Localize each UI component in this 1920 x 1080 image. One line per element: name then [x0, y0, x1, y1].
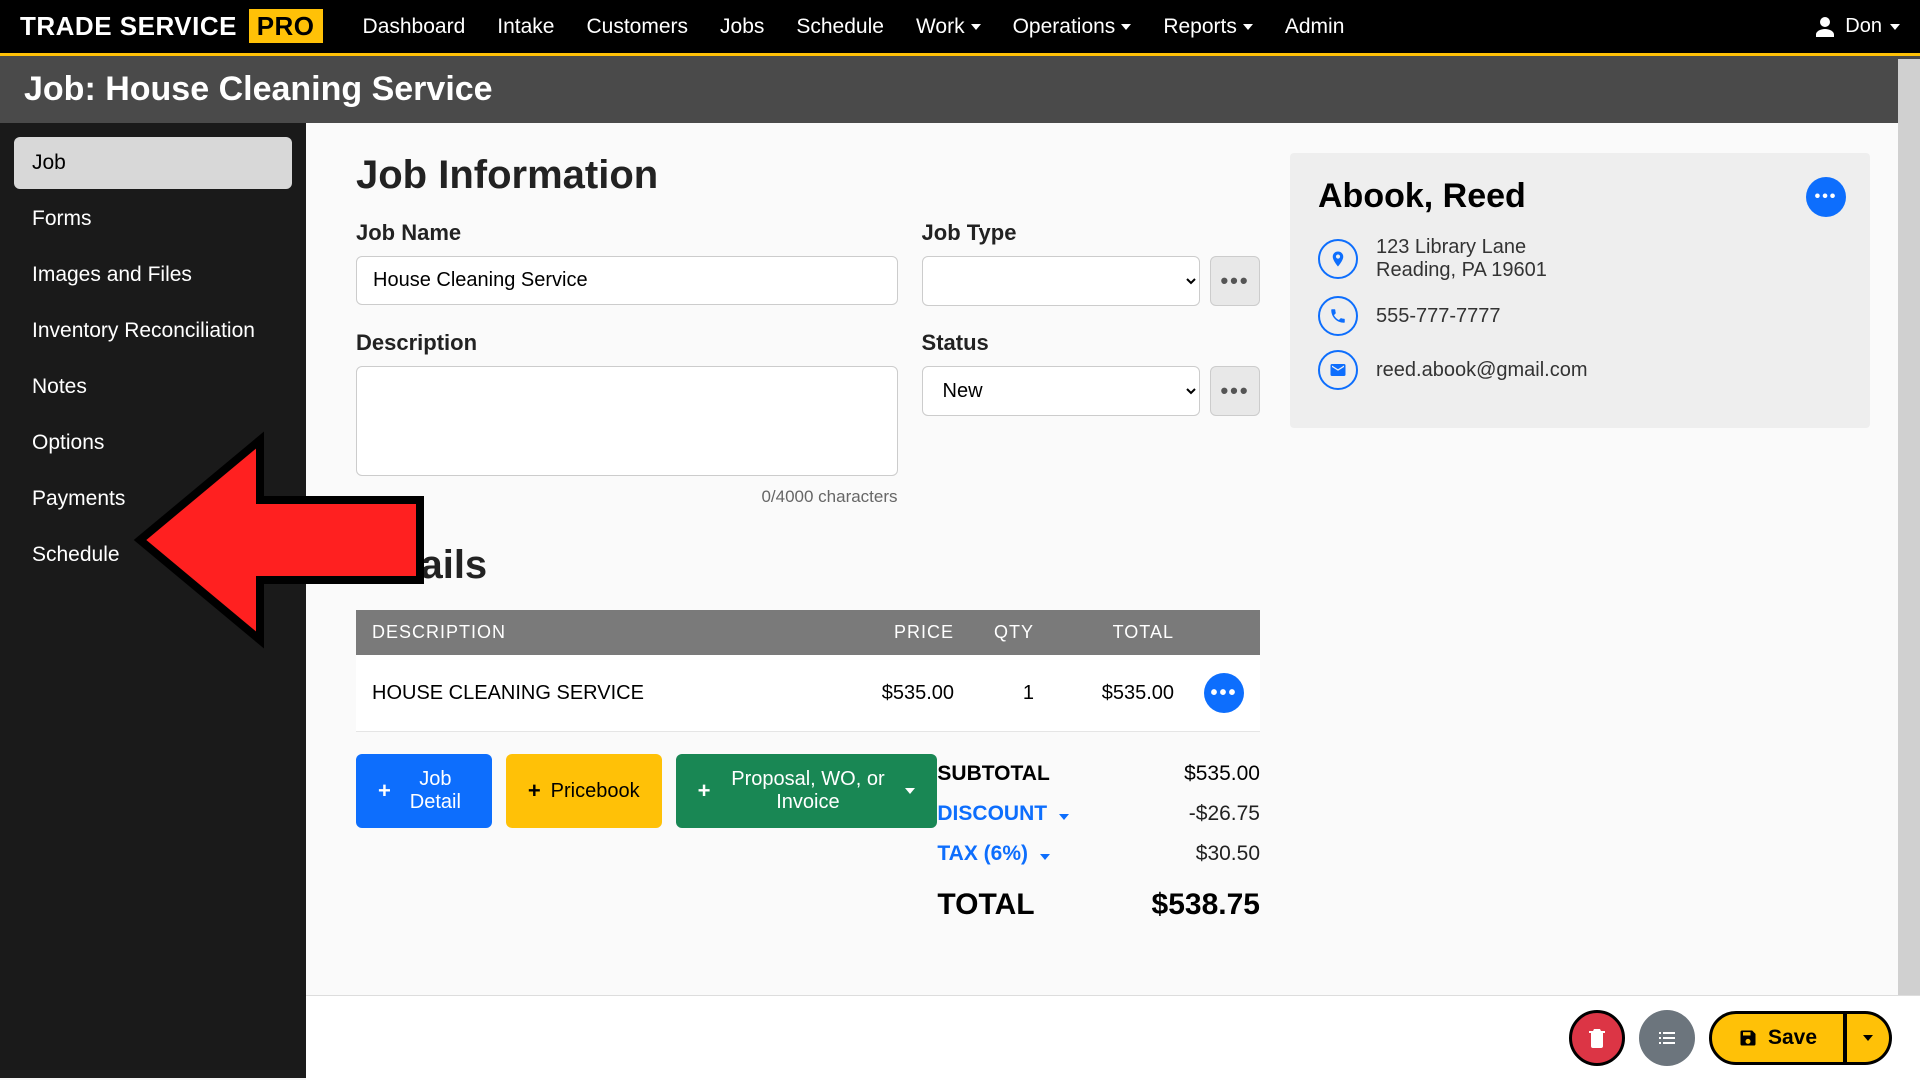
- total-label: TOTAL: [937, 888, 1034, 922]
- job-type-label: Job Type: [922, 220, 1260, 246]
- sidebar-item-payments[interactable]: Payments: [14, 473, 292, 525]
- description-textarea[interactable]: [356, 366, 898, 476]
- row-description: HOUSE CLEANING SERVICE: [372, 682, 824, 705]
- tax-label: TAX (6%): [937, 842, 1028, 865]
- location-icon: [1318, 239, 1358, 279]
- col-description: DESCRIPTION: [372, 622, 824, 643]
- col-qty: QTY: [954, 622, 1034, 643]
- save-icon: [1738, 1028, 1758, 1048]
- user-icon: [1813, 15, 1837, 39]
- brand-name: TRADE SERVICE: [20, 11, 237, 41]
- save-button[interactable]: Save: [1709, 1011, 1846, 1065]
- add-job-detail-button[interactable]: + Job Detail: [356, 754, 492, 828]
- user-name: Don: [1845, 15, 1882, 38]
- top-nav: TRADE SERVICE PRO Dashboard Intake Custome…: [0, 0, 1920, 56]
- page-title: Job: House Cleaning Service: [0, 56, 1920, 123]
- total-value: $538.75: [1152, 888, 1260, 922]
- save-dropdown-button[interactable]: [1846, 1011, 1892, 1065]
- nav-links: Dashboard Intake Customers Jobs Schedule Work…: [363, 15, 1345, 39]
- nav-reports[interactable]: Reports: [1163, 15, 1253, 39]
- phone-icon: [1318, 296, 1358, 336]
- nav-admin[interactable]: Admin: [1285, 15, 1345, 39]
- chevron-down-icon: [1040, 854, 1050, 860]
- plus-icon: +: [378, 778, 391, 804]
- footer: Save: [306, 995, 1920, 1080]
- totals: SUBTOTAL $535.00 DISCOUNT -$26.75 TAX (6%…: [937, 754, 1260, 930]
- discount-value: -$26.75: [1189, 802, 1260, 826]
- delete-button[interactable]: [1569, 1010, 1625, 1066]
- row-more-button[interactable]: •••: [1204, 673, 1244, 713]
- sidebar-item-options[interactable]: Options: [14, 417, 292, 469]
- customer-email: reed.abook@gmail.com: [1376, 359, 1588, 382]
- nav-intake[interactable]: Intake: [497, 15, 554, 39]
- row-qty: 1: [954, 682, 1034, 705]
- address-line2: Reading, PA 19601: [1376, 259, 1547, 282]
- nav-jobs[interactable]: Jobs: [720, 15, 764, 39]
- status-select[interactable]: New: [922, 366, 1200, 416]
- brand-logo: TRADE SERVICE PRO: [20, 11, 323, 42]
- subtotal-value: $535.00: [1184, 762, 1260, 786]
- sidebar-item-inventory-reconciliation[interactable]: Inventory Reconciliation: [14, 305, 292, 357]
- subtotal-label: SUBTOTAL: [937, 762, 1049, 786]
- sidebar-item-images-and-files[interactable]: Images and Files: [14, 249, 292, 301]
- row-price: $535.00: [824, 682, 954, 705]
- add-proposal-button[interactable]: + Proposal, WO, or Invoice: [676, 754, 938, 828]
- nav-schedule[interactable]: Schedule: [796, 15, 884, 39]
- trash-icon: [1585, 1026, 1609, 1050]
- details-table-header: DESCRIPTION PRICE QTY TOTAL: [356, 610, 1260, 655]
- plus-icon: +: [528, 778, 541, 804]
- chevron-down-icon: [1863, 1035, 1873, 1041]
- discount-label: DISCOUNT: [937, 802, 1047, 825]
- char-count: 0/4000 characters: [356, 487, 898, 507]
- discount-link[interactable]: DISCOUNT -$26.75: [937, 794, 1260, 834]
- table-row[interactable]: HOUSE CLEANING SERVICE $535.00 1 $535.00…: [356, 655, 1260, 732]
- tax-value: $30.50: [1196, 842, 1260, 866]
- pricebook-label: Pricebook: [551, 780, 640, 803]
- chevron-down-icon: [1890, 24, 1900, 30]
- sidebar-item-schedule[interactable]: Schedule: [14, 529, 292, 581]
- address-line1: 123 Library Lane: [1376, 236, 1547, 259]
- save-label: Save: [1768, 1026, 1817, 1050]
- email-icon: [1318, 350, 1358, 390]
- description-label: Description: [356, 330, 898, 356]
- col-total: TOTAL: [1034, 622, 1174, 643]
- tax-link[interactable]: TAX (6%) $30.50: [937, 834, 1260, 874]
- customer-phone: 555-777-7777: [1376, 305, 1501, 328]
- job-type-more-button[interactable]: •••: [1210, 256, 1260, 306]
- job-type-select[interactable]: [922, 256, 1200, 306]
- chevron-down-icon: [1243, 24, 1253, 30]
- sidebar: JobFormsImages and FilesInventory Reconc…: [0, 123, 306, 1078]
- nav-customers[interactable]: Customers: [586, 15, 688, 39]
- status-more-button[interactable]: •••: [1210, 366, 1260, 416]
- sidebar-item-notes[interactable]: Notes: [14, 361, 292, 413]
- brand-suffix: PRO: [249, 9, 323, 43]
- proposal-label: Proposal, WO, or Invoice: [720, 768, 895, 814]
- row-total: $535.00: [1034, 682, 1174, 705]
- status-label: Status: [922, 330, 1260, 356]
- user-menu[interactable]: Don: [1813, 15, 1900, 39]
- chevron-down-icon: [1059, 814, 1069, 820]
- nav-dashboard[interactable]: Dashboard: [363, 15, 466, 39]
- sidebar-item-job[interactable]: Job: [14, 137, 292, 189]
- customer-more-button[interactable]: •••: [1806, 177, 1846, 217]
- list-icon: [1655, 1026, 1679, 1050]
- job-name-input[interactable]: [356, 256, 898, 305]
- nav-operations[interactable]: Operations: [1013, 15, 1132, 39]
- nav-work[interactable]: Work: [916, 15, 981, 39]
- chevron-down-icon: [971, 24, 981, 30]
- main-content: Job Information Job Name Job Type ••• De…: [306, 123, 1920, 1078]
- job-info-heading: Job Information: [356, 153, 1260, 198]
- col-price: PRICE: [824, 622, 954, 643]
- customer-card: ••• Abook, Reed 123 Library Lane Reading…: [1290, 153, 1870, 428]
- plus-icon: +: [698, 778, 711, 804]
- chevron-down-icon: [905, 788, 915, 794]
- list-button[interactable]: [1639, 1010, 1695, 1066]
- chevron-down-icon: [1121, 24, 1131, 30]
- add-pricebook-button[interactable]: + Pricebook: [506, 754, 662, 828]
- details-heading: Details: [356, 543, 1260, 588]
- job-name-label: Job Name: [356, 220, 898, 246]
- job-detail-label: Job Detail: [401, 768, 470, 814]
- sidebar-item-forms[interactable]: Forms: [14, 193, 292, 245]
- customer-name: Abook, Reed: [1318, 177, 1842, 216]
